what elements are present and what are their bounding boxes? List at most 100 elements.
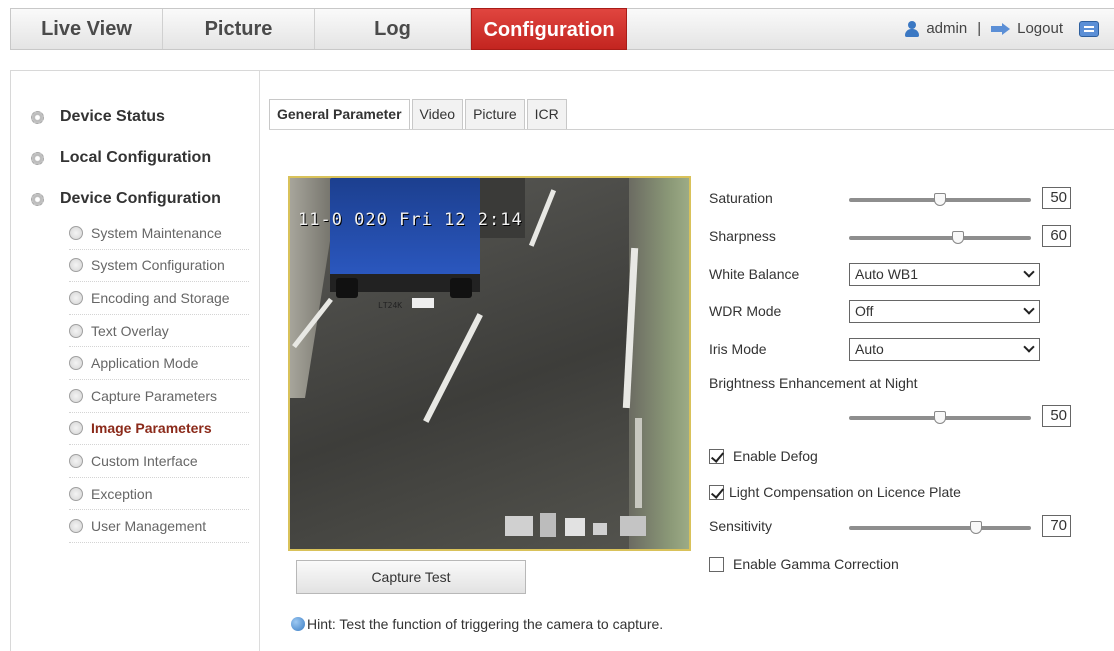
sensitivity-value[interactable]: 70 bbox=[1042, 515, 1071, 537]
menu-device-configuration[interactable]: Device Configuration bbox=[31, 187, 221, 211]
sidebar-item-application-mode[interactable]: Application Mode bbox=[69, 347, 249, 380]
nav-tab-log[interactable]: Log bbox=[315, 9, 471, 49]
nav-tab-configuration[interactable]: Configuration bbox=[471, 8, 627, 50]
wdr-mode-label: WDR Mode bbox=[709, 303, 782, 319]
nav-tab-live-view[interactable]: Live View bbox=[11, 9, 163, 49]
gamma-checkbox[interactable] bbox=[709, 557, 724, 572]
sidebar-item-encoding-storage[interactable]: Encoding and Storage bbox=[69, 282, 249, 315]
sidebar-item-label: System Maintenance bbox=[91, 224, 222, 241]
sidebar-item-custom-interface[interactable]: Custom Interface bbox=[69, 445, 249, 478]
tab-picture[interactable]: Picture bbox=[465, 99, 525, 129]
brightness-night-slider[interactable] bbox=[849, 411, 1031, 424]
privacy-mask bbox=[505, 516, 533, 536]
sensitivity-slider[interactable] bbox=[849, 521, 1031, 534]
logout-icon[interactable] bbox=[991, 23, 1011, 35]
brightness-night-value[interactable]: 50 bbox=[1042, 405, 1071, 427]
sidebar-item-capture-parameters[interactable]: Capture Parameters bbox=[69, 380, 249, 413]
menu-group-label: Device Status bbox=[60, 108, 165, 125]
plate-icon bbox=[412, 298, 434, 308]
sharpness-label: Sharpness bbox=[709, 228, 776, 244]
sidebar-item-label: Exception bbox=[91, 485, 153, 502]
slider-handle[interactable] bbox=[934, 411, 946, 424]
sidebar-item-label: Image Parameters bbox=[91, 420, 212, 437]
logout-link[interactable]: Logout bbox=[1017, 9, 1063, 49]
wdr-mode-select[interactable]: Off bbox=[849, 300, 1040, 323]
saturation-value[interactable]: 50 bbox=[1042, 187, 1071, 209]
bullet-icon bbox=[69, 323, 83, 338]
white-balance-label: White Balance bbox=[709, 266, 800, 282]
bullet-icon bbox=[69, 421, 83, 436]
saturation-label: Saturation bbox=[709, 190, 773, 206]
menu-group-label: Device Configuration bbox=[60, 190, 221, 207]
device-configuration-submenu: System Maintenance System Configuration … bbox=[69, 217, 249, 543]
separator: | bbox=[977, 20, 982, 37]
username: admin bbox=[926, 20, 968, 37]
saturation-slider[interactable] bbox=[849, 193, 1031, 206]
tab-video[interactable]: Video bbox=[411, 99, 464, 129]
iris-mode-select[interactable]: Auto bbox=[849, 338, 1040, 361]
lane-marking bbox=[635, 418, 642, 508]
gear-icon bbox=[31, 110, 44, 124]
slider-handle[interactable] bbox=[934, 193, 946, 206]
slider-handle[interactable] bbox=[970, 521, 983, 534]
slider-handle[interactable] bbox=[952, 231, 965, 244]
chevron-down-icon bbox=[1023, 303, 1035, 315]
content-frame: Device Status Local Configuration Device… bbox=[10, 70, 1114, 651]
light-compensation-checkbox[interactable] bbox=[709, 485, 724, 500]
sensitivity-label: Sensitivity bbox=[709, 518, 773, 534]
sidebar-item-user-management[interactable]: User Management bbox=[69, 510, 249, 543]
menu-group-label: Local Configuration bbox=[60, 149, 212, 166]
sidebar-item-label: User Management bbox=[91, 518, 207, 535]
sidebar-item-exception[interactable]: Exception bbox=[69, 478, 249, 511]
user-icon bbox=[904, 21, 920, 37]
osd-timestamp: 11-0 020 Fri 12 2:14 bbox=[298, 210, 523, 230]
select-value: Auto bbox=[855, 341, 884, 357]
sidebar-item-label: Custom Interface bbox=[91, 452, 198, 469]
bullet-icon bbox=[69, 486, 83, 501]
sidebar-item-label: System Configuration bbox=[91, 257, 225, 274]
bullet-icon bbox=[69, 258, 83, 273]
sidebar-item-image-parameters[interactable]: Image Parameters bbox=[69, 413, 249, 446]
brightness-night-label: Brightness Enhancement at Night bbox=[709, 375, 918, 391]
help-icon[interactable] bbox=[1079, 21, 1099, 37]
select-value: Auto WB1 bbox=[855, 266, 919, 282]
hint: Hint: Test the function of triggering th… bbox=[291, 616, 663, 632]
white-balance-select[interactable]: Auto WB1 bbox=[849, 263, 1040, 286]
user-bar: admin | Logout bbox=[904, 9, 1099, 49]
bullet-icon bbox=[69, 453, 83, 468]
parameter-tabs: General Parameter Video Picture ICR bbox=[269, 99, 569, 130]
privacy-mask bbox=[620, 516, 646, 536]
plate-text: LT24K bbox=[378, 301, 403, 310]
select-value: Off bbox=[855, 303, 874, 319]
menu-local-configuration[interactable]: Local Configuration bbox=[31, 146, 211, 170]
bullet-icon bbox=[69, 290, 83, 305]
sidebar: Device Status Local Configuration Device… bbox=[11, 71, 260, 651]
menu-device-status[interactable]: Device Status bbox=[31, 105, 165, 129]
bullet-icon bbox=[69, 225, 83, 240]
bullet-icon bbox=[69, 519, 83, 534]
sharpness-value[interactable]: 60 bbox=[1042, 225, 1071, 247]
hint-text: Hint: Test the function of triggering th… bbox=[307, 616, 664, 632]
sharpness-slider[interactable] bbox=[849, 231, 1031, 244]
enable-defog-label: Enable Defog bbox=[733, 448, 818, 464]
tab-general-parameter[interactable]: General Parameter bbox=[269, 99, 410, 130]
sidebar-item-text-overlay[interactable]: Text Overlay bbox=[69, 315, 249, 348]
enable-defog-checkbox[interactable] bbox=[709, 449, 724, 464]
nav-tab-picture[interactable]: Picture bbox=[163, 9, 315, 49]
gear-icon bbox=[31, 151, 44, 165]
sidebar-item-label: Encoding and Storage bbox=[91, 289, 230, 306]
top-navigation-bar: Live View Picture Log Configuration admi… bbox=[10, 8, 1114, 50]
bullet-icon bbox=[69, 356, 83, 371]
truck-image bbox=[330, 178, 525, 308]
sidebar-item-system-maintenance[interactable]: System Maintenance bbox=[69, 217, 249, 250]
privacy-mask bbox=[540, 513, 556, 537]
gear-icon bbox=[31, 192, 44, 206]
sidebar-item-label: Text Overlay bbox=[91, 322, 169, 339]
bullet-icon bbox=[69, 388, 83, 403]
sidebar-item-system-configuration[interactable]: System Configuration bbox=[69, 250, 249, 283]
sidebar-item-label: Application Mode bbox=[91, 355, 199, 372]
chevron-down-icon bbox=[1023, 341, 1035, 353]
sidebar-item-label: Capture Parameters bbox=[91, 387, 218, 404]
capture-test-button[interactable]: Capture Test bbox=[296, 560, 526, 594]
tab-icr[interactable]: ICR bbox=[526, 99, 567, 129]
